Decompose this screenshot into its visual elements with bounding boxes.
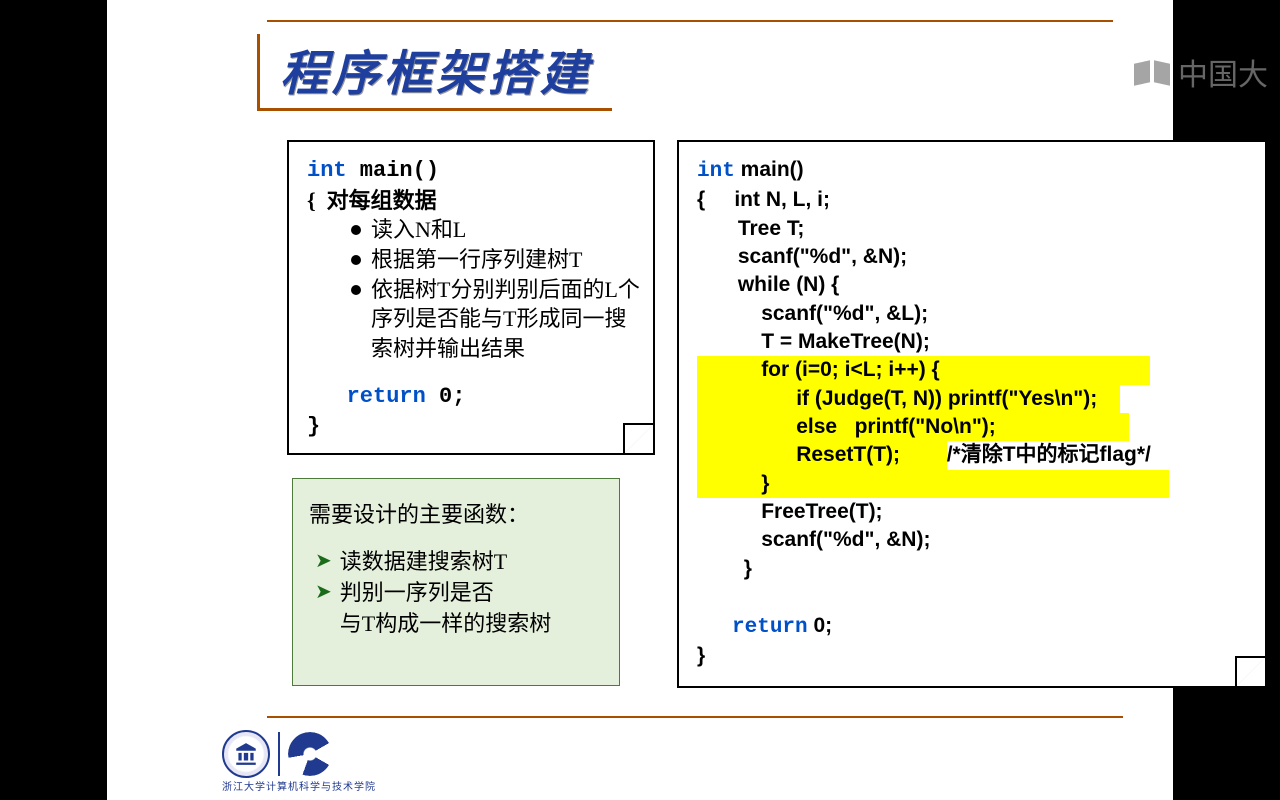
code-line: int main()	[307, 156, 643, 186]
bullet-item: 根据第一行序列建树T	[351, 245, 643, 275]
code-line: while (N) {	[697, 271, 1255, 299]
book-icon	[1134, 59, 1170, 85]
arrow-icon: ➤	[315, 578, 332, 606]
code-line: }	[697, 642, 1255, 670]
code-line: { int N, L, i;	[697, 186, 1255, 214]
code-line-highlight: else printf("No\n");	[697, 413, 1255, 441]
functions-box: 需要设计的主要函数： ➤读数据建搜索树T ➤判别一序列是否 与T构成一样的搜索树	[292, 478, 620, 686]
bullet-icon	[351, 285, 361, 295]
code-line-highlight: ResetT(T); /*清除T中的标记flag*/	[697, 441, 1255, 469]
bullet-icon	[351, 225, 361, 235]
code-line-highlight: if (Judge(T, N)) printf("Yes\n");	[697, 385, 1255, 413]
code-line	[697, 583, 1255, 611]
code-line: { 对每组数据	[307, 186, 643, 216]
code-line: T = MakeTree(N);	[697, 328, 1255, 356]
logo-separator	[278, 732, 280, 776]
page-fold-icon	[1235, 656, 1267, 688]
code-line: return 0;	[697, 612, 1255, 642]
slide: 程序框架搭建 中国大 int main() { 对每组数据 读入N和L 根据第一…	[107, 0, 1173, 800]
bullet-item: 依据树T分别判别后面的L个序列是否能与T形成同一搜索树并输出结果	[351, 275, 643, 364]
code-line: scanf("%d", &L);	[697, 300, 1255, 328]
code-line: }	[697, 555, 1255, 583]
bottom-rule	[267, 716, 1123, 718]
code-line: return 0;	[307, 382, 643, 412]
functions-header: 需要设计的主要函数：	[309, 497, 607, 529]
code-line: }	[307, 412, 643, 442]
function-item: ➤判别一序列是否 与T构成一样的搜索树	[315, 578, 607, 640]
code-line: scanf("%d", &N);	[697, 243, 1255, 271]
bullet-item: 读入N和L	[351, 215, 643, 245]
code-line: Tree T;	[697, 215, 1255, 243]
top-rule	[267, 20, 1113, 22]
spiral-logo-icon	[288, 732, 332, 776]
left-pseudocode-box: int main() { 对每组数据 读入N和L 根据第一行序列建树T 依据树T…	[287, 140, 655, 455]
function-item: ➤读数据建搜索树T	[315, 547, 607, 578]
title-wrap: 程序框架搭建	[257, 34, 612, 111]
footer-text: 浙江大学计算机科学与技术学院	[222, 778, 376, 793]
bullet-icon	[351, 255, 361, 265]
university-logo-icon	[222, 730, 270, 778]
watermark: 中国大	[1134, 50, 1268, 94]
slide-title: 程序框架搭建	[280, 34, 592, 104]
right-code-box: int main() { int N, L, i; Tree T; scanf(…	[677, 140, 1267, 688]
page-fold-icon	[623, 423, 655, 455]
code-line: FreeTree(T);	[697, 498, 1255, 526]
code-line: scanf("%d", &N);	[697, 526, 1255, 554]
arrow-icon: ➤	[315, 547, 332, 575]
code-line-highlight: for (i=0; i<L; i++) {	[697, 356, 1255, 384]
watermark-text: 中国大	[1178, 50, 1268, 94]
footer-logos	[222, 730, 332, 778]
code-line: int main()	[697, 156, 1255, 186]
code-line-highlight: }	[697, 470, 1255, 498]
